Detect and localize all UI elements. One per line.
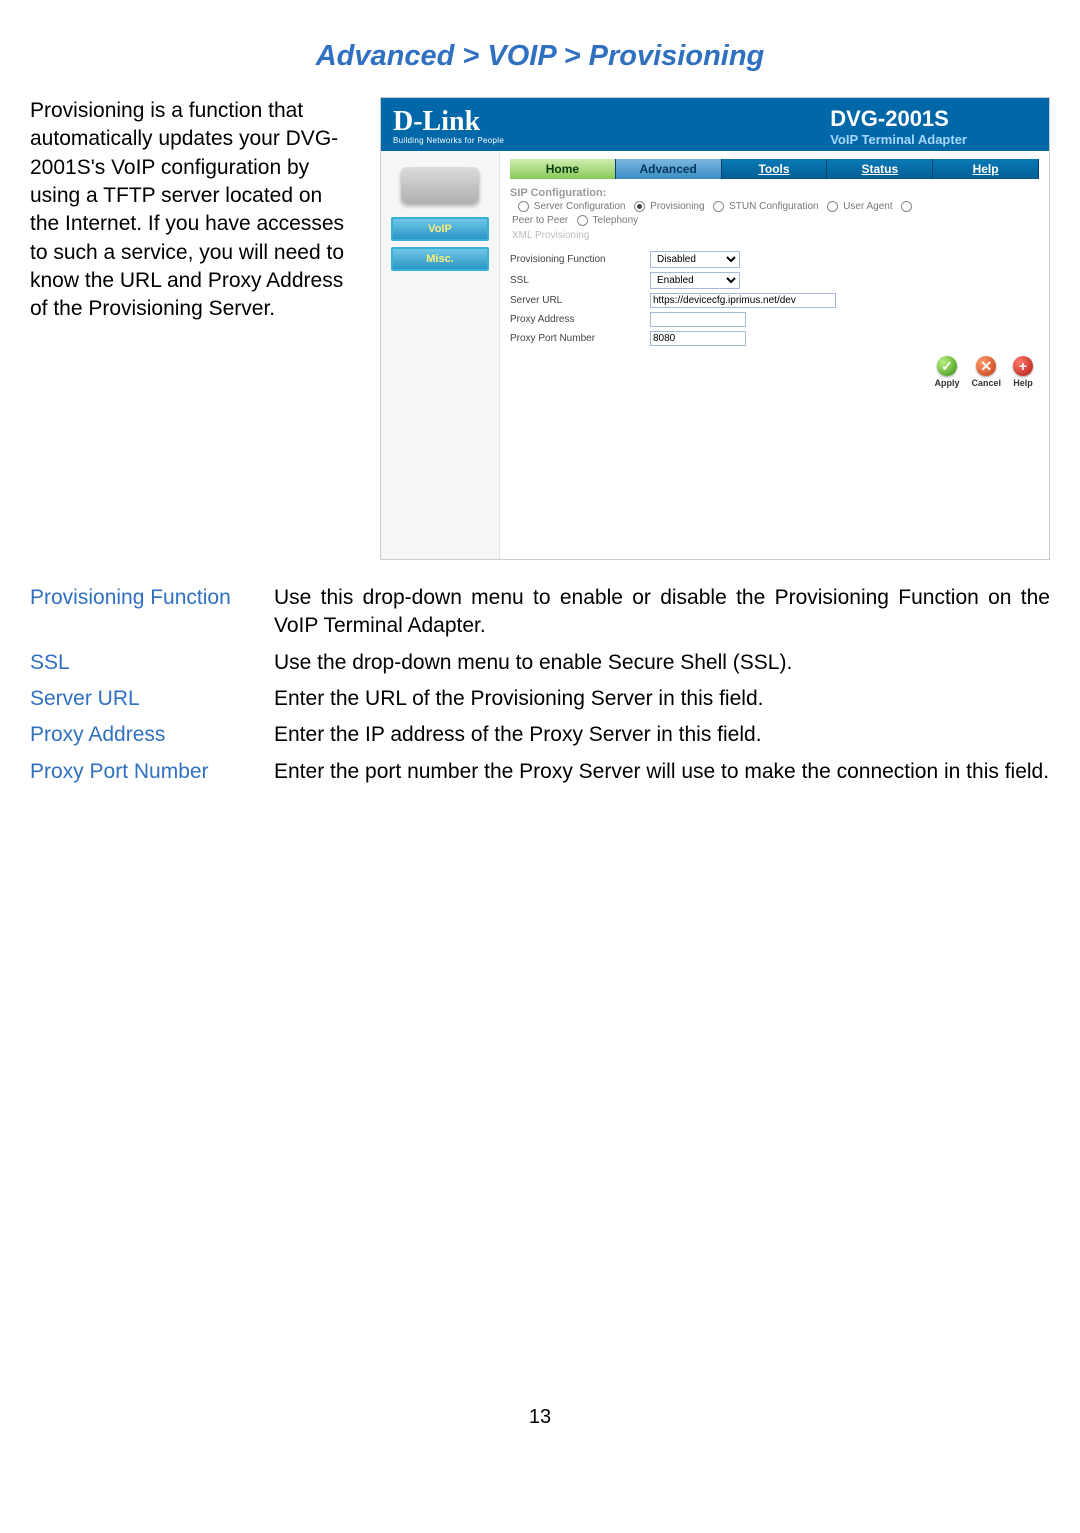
tab-bar: Home Advanced Tools Status Help <box>510 159 1039 179</box>
def-desc: Use the drop-down menu to enable Secure … <box>274 649 1050 677</box>
radio-stun[interactable] <box>713 201 724 212</box>
opt-user-agent: User Agent <box>843 201 892 212</box>
def-term: SSL <box>30 649 274 677</box>
sip-options-row2: Peer to Peer Telephony <box>512 215 1039 226</box>
tab-status[interactable]: Status <box>827 159 933 179</box>
opt-telephony: Telephony <box>593 215 639 226</box>
radio-provisioning[interactable] <box>634 201 645 212</box>
cancel-button[interactable]: ✕ Cancel <box>971 356 1001 388</box>
radio-server-config[interactable] <box>518 201 529 212</box>
brand-logo: D-Link Building Networks for People <box>393 108 504 145</box>
def-row: Provisioning Function Use this drop-down… <box>30 584 1050 641</box>
apply-icon: ✓ <box>937 356 957 376</box>
def-desc: Enter the IP address of the Proxy Server… <box>274 721 1050 749</box>
cancel-label: Cancel <box>971 378 1001 388</box>
admin-screenshot: D-Link Building Networks for People DVG-… <box>380 97 1050 560</box>
radio-trailing[interactable] <box>901 201 912 212</box>
label-proxy-address: Proxy Address <box>510 314 650 325</box>
label-proxy-port: Proxy Port Number <box>510 333 650 344</box>
sidebar-item-misc[interactable]: Misc. <box>391 247 489 271</box>
sidebar-item-voip[interactable]: VoIP <box>391 217 489 241</box>
product-tagline: VoIP Terminal Adapter <box>830 132 967 147</box>
sidebar: VoIP Misc. <box>381 151 499 559</box>
help-button[interactable]: + Help <box>1013 356 1033 388</box>
tab-tools[interactable]: Tools <box>722 159 828 179</box>
tab-home[interactable]: Home <box>510 159 616 179</box>
definitions-list: Provisioning Function Use this drop-down… <box>30 584 1050 786</box>
admin-main: Home Advanced Tools Status Help SIP Conf… <box>499 151 1049 559</box>
input-proxy-port[interactable] <box>650 331 746 346</box>
intro-paragraph: Provisioning is a function that automati… <box>30 97 350 324</box>
select-prov-function[interactable]: Disabled <box>650 251 740 268</box>
sip-options-row1: Server Configuration Provisioning STUN C… <box>512 201 1039 212</box>
apply-button[interactable]: ✓ Apply <box>934 356 959 388</box>
def-row: Proxy Port Number Enter the port number … <box>30 758 1050 786</box>
device-image <box>401 167 479 203</box>
action-row: ✓ Apply ✕ Cancel + Help <box>510 356 1039 388</box>
def-desc: Use this drop-down menu to enable or dis… <box>274 584 1050 641</box>
help-icon: + <box>1013 356 1033 376</box>
admin-header: D-Link Building Networks for People DVG-… <box>381 98 1049 151</box>
def-row: Proxy Address Enter the IP address of th… <box>30 721 1050 749</box>
sip-config-heading: SIP Configuration: <box>510 187 1039 199</box>
product-title-block: DVG-2001S VoIP Terminal Adapter <box>830 106 967 147</box>
logo-subtext: Building Networks for People <box>393 136 504 145</box>
def-term: Proxy Port Number <box>30 758 274 786</box>
opt-provisioning: Provisioning <box>650 201 704 212</box>
apply-label: Apply <box>934 378 959 388</box>
opt-server-config: Server Configuration <box>534 201 626 212</box>
logo-text: D-Link <box>393 108 504 136</box>
def-row: SSL Use the drop-down menu to enable Sec… <box>30 649 1050 677</box>
input-proxy-address[interactable] <box>650 312 746 327</box>
tab-help[interactable]: Help <box>933 159 1039 179</box>
product-name: DVG-2001S <box>830 106 967 132</box>
help-label: Help <box>1013 378 1033 388</box>
def-desc: Enter the port number the Proxy Server w… <box>274 758 1050 786</box>
def-desc: Enter the URL of the Provisioning Server… <box>274 685 1050 713</box>
label-prov-function: Provisioning Function <box>510 254 650 265</box>
label-server-url: Server URL <box>510 295 650 306</box>
page-title: Advanced > VOIP > Provisioning <box>30 40 1050 73</box>
opt-stun: STUN Configuration <box>729 201 818 212</box>
radio-telephony[interactable] <box>577 215 588 226</box>
def-term: Proxy Address <box>30 721 274 749</box>
def-row: Server URL Enter the URL of the Provisio… <box>30 685 1050 713</box>
opt-peer: Peer to Peer <box>512 215 568 226</box>
radio-user-agent[interactable] <box>827 201 838 212</box>
def-term: Server URL <box>30 685 274 713</box>
input-server-url[interactable] <box>650 293 836 308</box>
label-ssl: SSL <box>510 275 650 286</box>
select-ssl[interactable]: Enabled <box>650 272 740 289</box>
xml-provisioning-label: XML Provisioning <box>512 230 1039 241</box>
def-term: Provisioning Function <box>30 584 274 641</box>
page-number: 13 <box>30 1406 1050 1429</box>
tab-advanced[interactable]: Advanced <box>616 159 722 179</box>
cancel-icon: ✕ <box>976 356 996 376</box>
